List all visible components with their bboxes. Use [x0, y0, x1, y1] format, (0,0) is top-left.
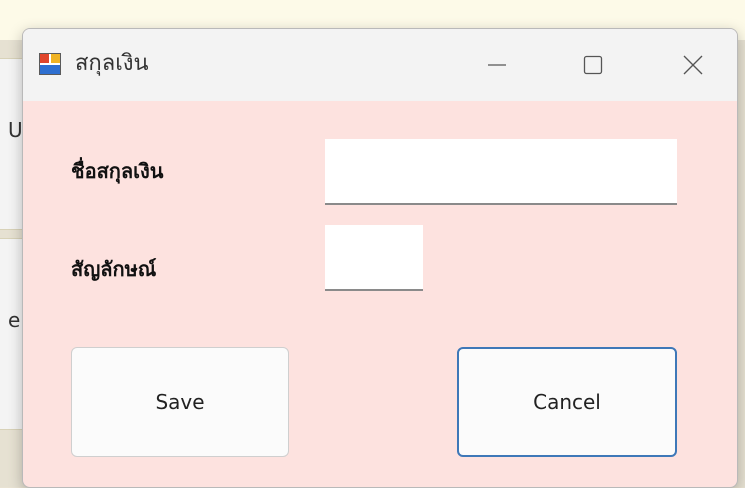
cancel-button[interactable]: Cancel: [457, 347, 677, 457]
app-window-icon: [39, 53, 61, 75]
symbol-input[interactable]: [325, 225, 423, 291]
maximize-icon: [583, 55, 603, 75]
close-button[interactable]: [663, 43, 723, 87]
currency-dialog: สกุลเงิน ชื่อสกุลเงิน สัญลักษณ์ Save Can…: [22, 28, 738, 488]
title-bar[interactable]: สกุลเงิน: [23, 29, 737, 101]
close-icon: [683, 55, 703, 75]
currency-name-input[interactable]: [325, 139, 677, 205]
window-title: สกุลเงิน: [75, 51, 149, 76]
background-glyph-u: U: [8, 118, 23, 142]
currency-name-label: ชื่อสกุลเงิน: [71, 159, 164, 183]
save-button[interactable]: Save: [71, 347, 289, 457]
symbol-label: สัญลักษณ์: [71, 257, 157, 281]
minimize-button[interactable]: [467, 43, 527, 87]
maximize-button[interactable]: [563, 43, 623, 87]
background-glyph-e: e: [8, 308, 21, 332]
minimize-icon: [488, 64, 506, 66]
